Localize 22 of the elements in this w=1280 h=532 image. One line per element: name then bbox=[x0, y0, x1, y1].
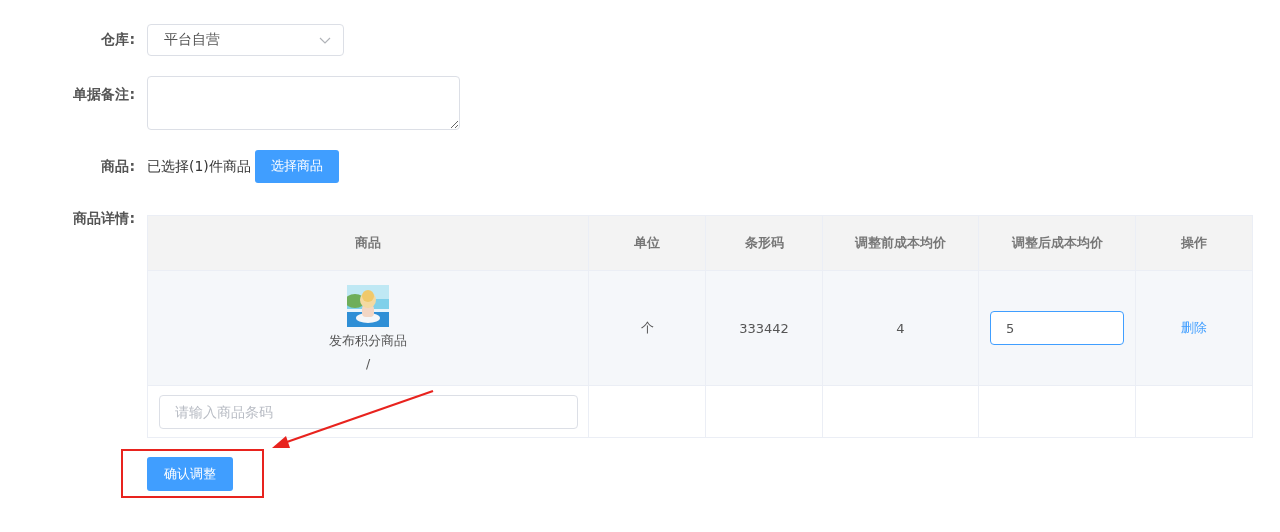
cost-cell: 4 bbox=[896, 320, 905, 336]
product-spec: / bbox=[365, 356, 371, 371]
column-header: 调整前成本均价 bbox=[855, 234, 946, 250]
field-label: 单据备注: bbox=[72, 86, 135, 104]
confirm-button[interactable]: 确认调整 bbox=[147, 457, 233, 491]
delete-link[interactable]: 删除 bbox=[1181, 319, 1207, 335]
cost-input[interactable]: 5 bbox=[990, 311, 1124, 345]
barcode-input[interactable]: 请输入商品条码 bbox=[159, 394, 578, 429]
select-goods-button[interactable]: 选择商品 bbox=[254, 150, 339, 183]
field-label: 商品: bbox=[100, 157, 135, 176]
column-header: 条形码 bbox=[744, 234, 784, 250]
column-header: 调整后成本均价 bbox=[1011, 234, 1103, 250]
barcode-cell: 333442 bbox=[739, 320, 789, 336]
unit-cell: 个 bbox=[640, 320, 654, 335]
column-header: 商品 bbox=[355, 234, 381, 250]
column-header: 操作 bbox=[1181, 234, 1207, 250]
field-label: 商品详情: bbox=[72, 210, 135, 228]
column-header: 单位 bbox=[634, 234, 660, 250]
warehouse-select[interactable]: 平台自营 bbox=[147, 24, 344, 56]
field-label: 仓库: bbox=[100, 31, 135, 49]
product-name: 发布积分商品 bbox=[329, 333, 407, 350]
selected-count: 已选择(1)件商品 bbox=[147, 157, 251, 176]
